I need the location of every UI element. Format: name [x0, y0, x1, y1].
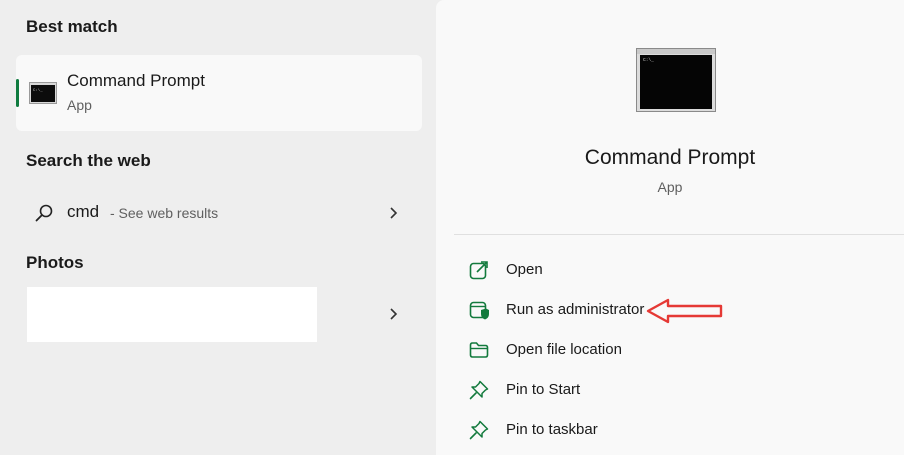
annotation-arrow-icon	[646, 298, 723, 324]
svg-text:C:\_: C:\_	[33, 88, 43, 93]
chevron-right-icon[interactable]	[387, 307, 401, 321]
pin-to-start-action[interactable]: Pin to Start	[456, 372, 886, 408]
photos-heading: Photos	[26, 253, 84, 272]
open-file-location-action[interactable]: Open file location	[456, 332, 886, 368]
photo-result-thumbnail[interactable]	[27, 287, 317, 342]
app-details-panel: C:\_ Command Prompt App Open Run as admi…	[436, 0, 904, 455]
open-action[interactable]: Open	[456, 252, 886, 288]
open-external-icon	[469, 261, 488, 280]
divider	[454, 234, 904, 235]
web-search-result[interactable]: cmd - See web results	[16, 190, 422, 236]
open-label: Open	[506, 261, 543, 278]
shield-window-icon	[469, 301, 489, 320]
run-as-administrator-label: Run as administrator	[506, 301, 645, 318]
pin-icon	[469, 380, 489, 400]
best-match-title: Command Prompt	[67, 71, 205, 90]
search-results-window: Best match C:\_ Command Prompt App Searc…	[0, 0, 904, 455]
open-file-location-label: Open file location	[506, 341, 622, 358]
pin-icon	[469, 420, 489, 440]
web-query: cmd	[67, 202, 100, 221]
best-match-subtitle: App	[67, 97, 92, 113]
selection-indicator	[16, 79, 19, 107]
best-match-result[interactable]: C:\_ Command Prompt App	[16, 55, 422, 131]
folder-icon	[469, 342, 489, 358]
search-web-heading: Search the web	[26, 151, 151, 170]
web-results-hint: - See web results	[110, 205, 219, 221]
best-match-heading: Best match	[26, 17, 118, 36]
svg-text:C:\_: C:\_	[643, 57, 654, 63]
app-title: Command Prompt	[584, 146, 756, 169]
pin-to-taskbar-action[interactable]: Pin to taskbar	[456, 412, 886, 448]
pin-to-start-label: Pin to Start	[506, 381, 581, 398]
chevron-right-icon[interactable]	[387, 206, 401, 220]
pin-to-taskbar-label: Pin to taskbar	[506, 421, 598, 438]
search-icon	[35, 204, 53, 222]
command-prompt-icon: C:\_	[29, 82, 57, 104]
app-type: App	[657, 179, 683, 195]
command-prompt-icon: C:\_	[636, 48, 716, 112]
